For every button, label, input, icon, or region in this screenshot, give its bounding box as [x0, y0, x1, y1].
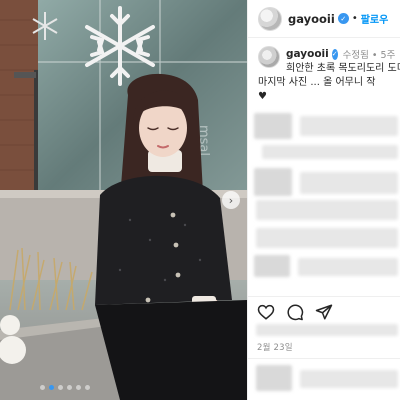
- heart-emoji: ♥: [258, 91, 267, 102]
- time-ago: 5주: [380, 50, 396, 61]
- photo-illustration: msal: [0, 0, 247, 400]
- divider: [247, 296, 400, 297]
- blurred-comment-input: [256, 365, 292, 391]
- comment-icon[interactable]: [286, 303, 304, 321]
- carousel-dot: [85, 385, 90, 390]
- blurred-comment-text: [256, 200, 398, 220]
- caption-text-line1: 희안한 초록 목도리도리 도미: [286, 63, 400, 74]
- caption-avatar[interactable]: [258, 46, 280, 68]
- blurred-comment-text: [300, 172, 398, 194]
- follow-button[interactable]: 팔로우: [361, 11, 389, 26]
- caption-meta: 수정됨 • 5주: [343, 47, 396, 61]
- share-icon[interactable]: [315, 303, 333, 321]
- carousel-dots: [40, 385, 90, 390]
- blurred-comment-text: [298, 258, 398, 276]
- verified-badge-icon: ✓: [331, 48, 338, 60]
- blurred-comment-text: [256, 228, 398, 248]
- author-username[interactable]: gayooii: [288, 12, 335, 26]
- blurred-comment-text: [262, 145, 398, 159]
- carousel-dot: [67, 385, 72, 390]
- carousel-dot: [40, 385, 45, 390]
- post-actions: [257, 303, 333, 321]
- verified-badge-icon: ✓: [337, 13, 349, 24]
- post-header: gayooii ✓ • 팔로우: [248, 0, 400, 38]
- carousel-dot-active: [49, 385, 54, 390]
- blurred-comment-avatar: [254, 113, 292, 139]
- blurred-comment-avatar: [254, 255, 290, 277]
- meta-separator: •: [371, 50, 378, 61]
- edited-label: 수정됨: [342, 50, 369, 61]
- post-photo[interactable]: msal ›: [0, 0, 247, 400]
- carousel-next-button[interactable]: ›: [222, 191, 240, 209]
- header-separator: •: [351, 13, 358, 24]
- carousel-dot: [76, 385, 81, 390]
- post-date: 2월 23일: [257, 343, 293, 353]
- author-avatar[interactable]: [258, 6, 282, 31]
- blurred-comment-text: [300, 116, 398, 136]
- heart-icon[interactable]: [257, 303, 275, 321]
- caption-text-line2: 마지막 사진 ... 올 어무니 작: [258, 77, 376, 88]
- caption-username[interactable]: gayooii: [286, 48, 329, 60]
- chevron-right-icon: ›: [228, 193, 234, 207]
- blurred-comment-input: [300, 370, 398, 388]
- carousel-dot: [58, 385, 63, 390]
- divider: [247, 358, 400, 359]
- blurred-comment-avatar: [254, 168, 292, 196]
- blurred-likes: [256, 324, 398, 336]
- post-caption: gayooii ✓ 수정됨 • 5주 희안한 초록 목도리도리 도미 마지막 사…: [248, 38, 400, 104]
